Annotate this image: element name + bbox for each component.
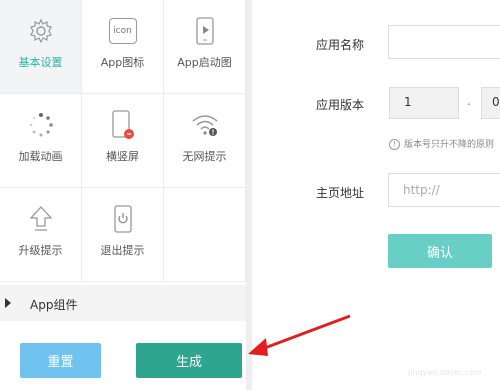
grid-item-app-launch[interactable]: App启动图 — [164, 0, 246, 94]
icon-badge-icon: icon — [108, 16, 138, 46]
caret-right-icon — [5, 298, 11, 308]
grid-item-label: App启动图 — [177, 56, 232, 69]
wifi-warning-icon — [190, 110, 220, 140]
app-name-input[interactable] — [388, 25, 500, 59]
grid-item-app-icon[interactable]: icon App图标 — [82, 0, 164, 94]
gear-icon — [26, 16, 56, 46]
grid-item-orientation[interactable]: 横竖屏 — [82, 94, 164, 188]
homepage-input[interactable]: http:// — [388, 173, 500, 207]
group-label: App组件 — [30, 298, 78, 312]
phone-rotate-icon — [108, 110, 138, 140]
grid-item-basic-settings[interactable]: 基本设置 — [0, 0, 82, 94]
icon-badge-text: icon — [108, 18, 137, 44]
version-hint-text: 版本号只升不降的原则 — [404, 140, 495, 150]
version-major-input[interactable]: 1 — [389, 87, 459, 119]
grid-item-label: App图标 — [100, 56, 145, 69]
app-version-label: 应用版本 — [316, 98, 365, 112]
grid-item-no-network[interactable]: 无网提示 — [164, 94, 246, 188]
app-components-group[interactable]: App组件 — [0, 285, 246, 321]
grid-item-loading[interactable]: 加载动画 — [0, 94, 82, 188]
confirm-button[interactable]: 确认 — [388, 234, 492, 268]
reset-button[interactable]: 重置 — [20, 343, 101, 378]
watermark: jingyan.baidu.com — [408, 368, 482, 377]
grid-item-label: 基本设置 — [18, 56, 63, 69]
grid-item-label: 加载动画 — [18, 150, 63, 163]
grid-item-empty — [164, 188, 246, 282]
grid-item-exit[interactable]: 退出提示 — [82, 188, 164, 282]
homepage-label: 主页地址 — [316, 186, 365, 200]
version-hint: ! 版本号只升不降的原则 — [389, 137, 494, 150]
version-minor-input[interactable]: 0 — [481, 87, 500, 119]
app-name-label: 应用名称 — [316, 38, 365, 52]
phone-play-icon — [190, 16, 220, 46]
settings-grid: 基本设置 icon App图标 App启动图 加载动画 横竖屏 无网提示 升级提… — [0, 0, 246, 282]
grid-item-label: 无网提示 — [182, 150, 227, 163]
grid-item-upgrade[interactable]: 升级提示 — [0, 188, 82, 282]
version-separator: . — [467, 94, 471, 108]
info-icon: ! — [389, 139, 400, 150]
grid-item-label: 升级提示 — [18, 244, 63, 257]
generate-button[interactable]: 生成 — [136, 343, 242, 378]
grid-item-label: 横竖屏 — [106, 150, 139, 163]
loading-spinner-icon — [26, 110, 56, 140]
grid-item-label: 退出提示 — [100, 244, 145, 257]
phone-power-icon — [108, 204, 138, 234]
left-panel: 基本设置 icon App图标 App启动图 加载动画 横竖屏 无网提示 升级提… — [0, 0, 246, 390]
upgrade-arrow-icon — [26, 204, 56, 234]
